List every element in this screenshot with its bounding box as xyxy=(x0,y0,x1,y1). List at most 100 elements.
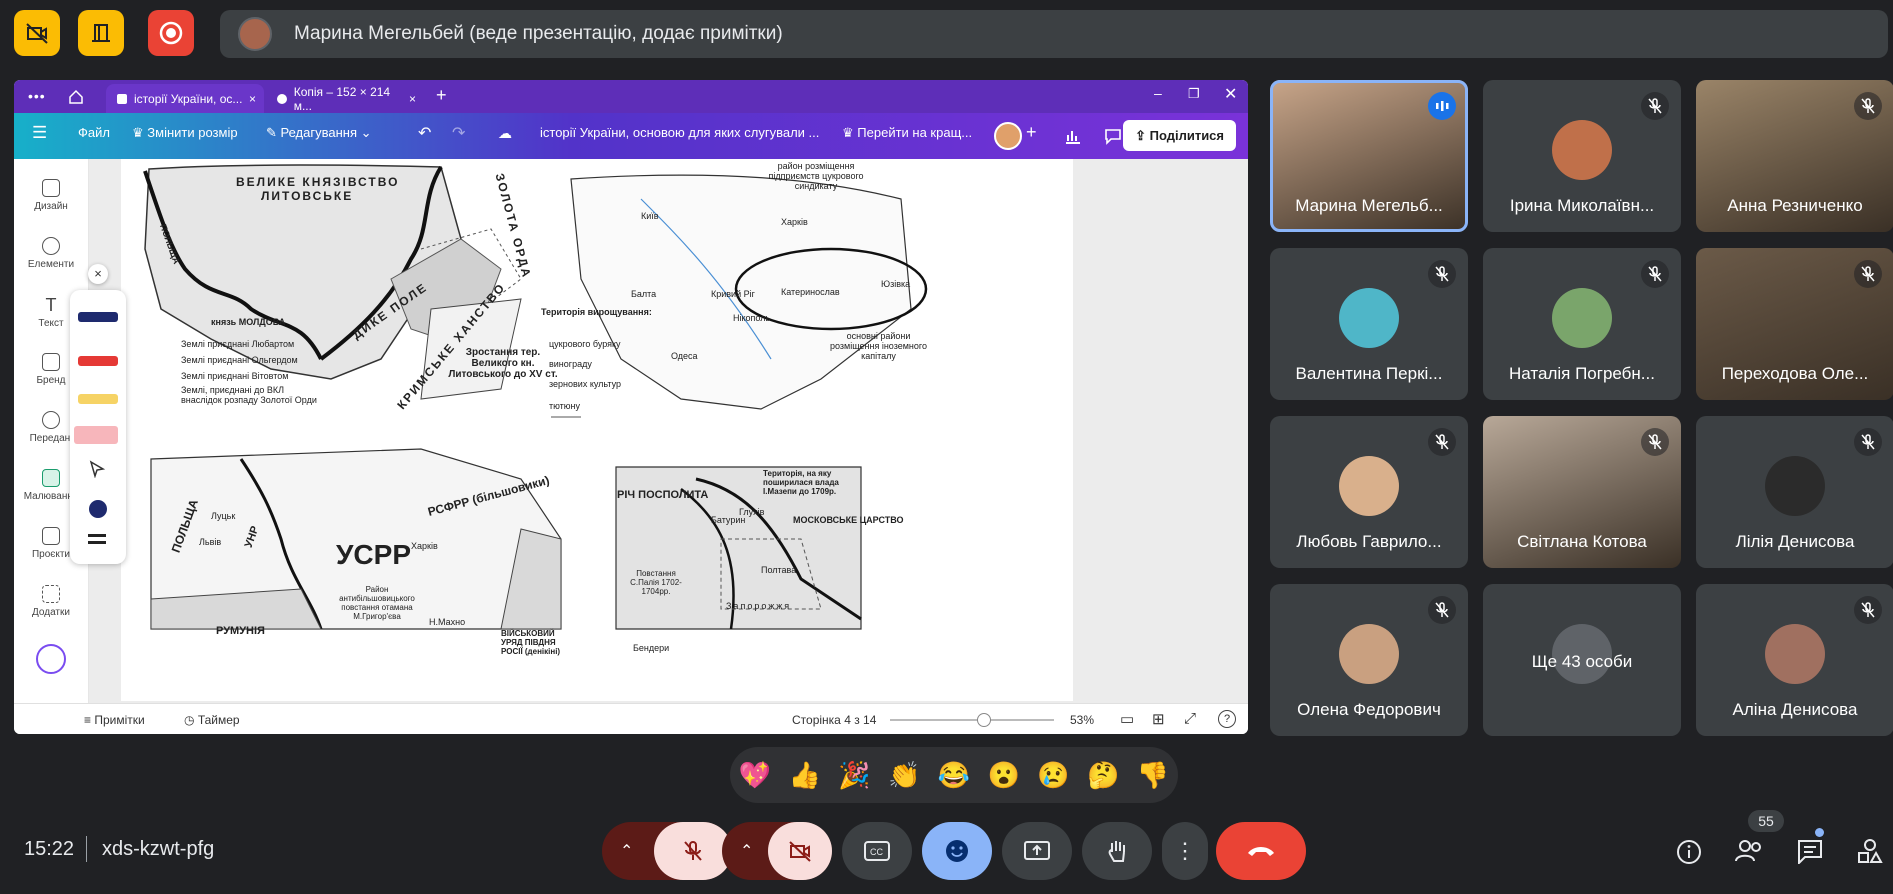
notes-button[interactable]: ≡ Примітки xyxy=(84,713,145,727)
rail-label: Додатки xyxy=(32,607,70,618)
rail-design[interactable]: Дизайн xyxy=(14,179,88,212)
cursor-icon[interactable] xyxy=(88,460,106,478)
map-label: зернових культур xyxy=(549,379,622,389)
camera-off-button[interactable] xyxy=(14,10,60,56)
participant-tile[interactable]: Ірина Миколаївн... xyxy=(1483,80,1681,232)
participant-name: Ще 43 особи xyxy=(1531,652,1633,671)
reaction-laugh[interactable]: 😂 xyxy=(938,760,970,791)
help-icon[interactable]: ? xyxy=(1218,710,1236,728)
reaction-heart[interactable]: 💖 xyxy=(739,760,771,791)
participant-tile[interactable]: Наталія Погребн... xyxy=(1483,248,1681,400)
home-icon[interactable] xyxy=(68,89,84,105)
resize-button[interactable]: ♛ Змінити розмір xyxy=(132,125,238,141)
notes-icon: ≡ xyxy=(84,713,95,727)
tab-canva-doc[interactable]: історії України, ос... × xyxy=(106,84,264,113)
grid-view-icon[interactable]: ⊞ xyxy=(1152,710,1165,728)
timer-button[interactable]: ◷ Таймер xyxy=(184,713,240,727)
close-tab-icon[interactable]: × xyxy=(249,92,256,106)
map-label: Повстання С.Палія 1702-1704рр. xyxy=(630,569,682,596)
cloud-icon[interactable]: ☁ xyxy=(498,125,512,142)
share-icon: ⇪ xyxy=(1135,127,1150,143)
participant-tile[interactable]: Світлана Котова xyxy=(1483,416,1681,568)
camera-toggle-button[interactable] xyxy=(768,822,832,880)
chat-icon[interactable] xyxy=(1796,838,1824,864)
user-avatar[interactable] xyxy=(994,122,1022,150)
participant-name: Аліна Денисова xyxy=(1732,700,1858,719)
tab-label: Копія – 152 × 214 м... xyxy=(293,84,391,113)
fullscreen-icon[interactable]: ⤢ xyxy=(1184,710,1196,727)
activities-icon[interactable] xyxy=(1856,838,1884,864)
reaction-thumbs-up[interactable]: 👍 xyxy=(788,760,820,791)
participant-tile[interactable]: Ще 43 особи xyxy=(1483,584,1681,736)
zoom-slider[interactable] xyxy=(890,713,1054,727)
participant-tile[interactable]: Анна Резниченко xyxy=(1696,80,1893,232)
captions-button[interactable]: CC xyxy=(842,822,912,880)
mic-off-icon xyxy=(1854,260,1882,288)
undo-icon[interactable]: ↶ xyxy=(418,123,431,143)
participant-tile[interactable]: Марина Мегельб... xyxy=(1270,80,1468,232)
leave-call-button[interactable] xyxy=(1216,822,1306,880)
camera-off-icon xyxy=(26,23,48,44)
rail-apps[interactable]: Додатки xyxy=(14,585,88,618)
share-button[interactable]: ⇪ Поділитися xyxy=(1123,120,1236,151)
file-menu[interactable]: Файл xyxy=(78,125,110,140)
participant-tile[interactable]: Олена Федорович xyxy=(1270,584,1468,736)
recording-button[interactable] xyxy=(148,10,194,56)
reaction-thinking[interactable]: 🤔 xyxy=(1087,760,1119,791)
reaction-thumbs-down[interactable]: 👎 xyxy=(1137,760,1169,791)
marker-tool[interactable] xyxy=(78,356,118,366)
comment-icon[interactable] xyxy=(1104,127,1122,145)
eraser-tool[interactable] xyxy=(74,426,118,444)
info-icon[interactable] xyxy=(1676,839,1702,865)
reactions-button[interactable] xyxy=(922,822,992,880)
highlighter-tool[interactable] xyxy=(78,394,118,404)
crown-icon: ♛ xyxy=(132,125,148,140)
add-user-icon[interactable]: + xyxy=(1026,122,1037,143)
page-indicator[interactable]: Сторінка 4 з 14 xyxy=(792,713,876,727)
participant-tile[interactable]: Любовь Гаврило... xyxy=(1270,416,1468,568)
close-tab-icon[interactable]: × xyxy=(409,92,416,106)
svg-text:CC: CC xyxy=(870,847,883,857)
new-tab-icon[interactable]: + xyxy=(436,85,447,106)
edit-menu[interactable]: ✎ Редагування ⌄ xyxy=(266,125,372,141)
more-icon[interactable]: ••• xyxy=(28,88,46,104)
participant-avatar xyxy=(1339,288,1399,348)
host-controls-button[interactable] xyxy=(78,10,124,56)
zoom-slider-thumb[interactable] xyxy=(976,713,991,727)
reaction-surprised[interactable]: 😮 xyxy=(988,760,1020,791)
pen-tool[interactable] xyxy=(78,312,118,322)
reaction-clap[interactable]: 👏 xyxy=(888,760,920,791)
mic-toggle-button[interactable] xyxy=(654,822,732,880)
upgrade-button[interactable]: ♛ Перейти на кращ... xyxy=(842,125,972,141)
reaction-sad[interactable]: 😢 xyxy=(1037,760,1069,791)
rail-label: Проєкти xyxy=(31,549,71,560)
participant-tile[interactable]: Аліна Денисова xyxy=(1696,584,1893,736)
participant-tile[interactable]: Лілія Денисова xyxy=(1696,416,1893,568)
close-panel-icon[interactable]: × xyxy=(88,264,108,284)
rail-label: Бренд xyxy=(36,375,66,386)
tab-copy[interactable]: Копія – 152 × 214 м... × xyxy=(266,84,424,113)
rail-elements[interactable]: Елементи xyxy=(14,237,88,270)
participant-tile[interactable]: Валентина Перкі... xyxy=(1270,248,1468,400)
participant-tile[interactable]: Переходова Оле... xyxy=(1696,248,1893,400)
page-view-icon[interactable]: ▭ xyxy=(1120,710,1134,728)
people-icon[interactable] xyxy=(1734,838,1764,864)
mic-options-icon[interactable]: ⌃ xyxy=(620,841,633,861)
analytics-icon[interactable] xyxy=(1064,127,1082,145)
close-window-icon[interactable]: ✕ xyxy=(1224,84,1237,104)
color-swatch[interactable] xyxy=(89,500,107,518)
zoom-level[interactable]: 53% xyxy=(1070,713,1094,727)
legend-item: Землі приєднані Ольгердом xyxy=(181,355,298,365)
present-button[interactable] xyxy=(1002,822,1072,880)
camera-options-icon[interactable]: ⌃ xyxy=(740,841,753,861)
hamburger-icon[interactable]: ☰ xyxy=(32,123,47,143)
magic-icon[interactable] xyxy=(36,644,66,674)
maximize-icon[interactable]: ❐ xyxy=(1188,86,1200,102)
more-options-button[interactable]: ⋮ xyxy=(1162,822,1208,880)
reaction-party[interactable]: 🎉 xyxy=(838,760,870,791)
minimize-icon[interactable]: – xyxy=(1154,85,1162,101)
doc-title[interactable]: історії України, основою для яких слугув… xyxy=(540,125,819,140)
redo-icon[interactable]: ↷ xyxy=(452,123,465,143)
stroke-width-icon[interactable] xyxy=(88,534,106,544)
raise-hand-button[interactable] xyxy=(1082,822,1152,880)
